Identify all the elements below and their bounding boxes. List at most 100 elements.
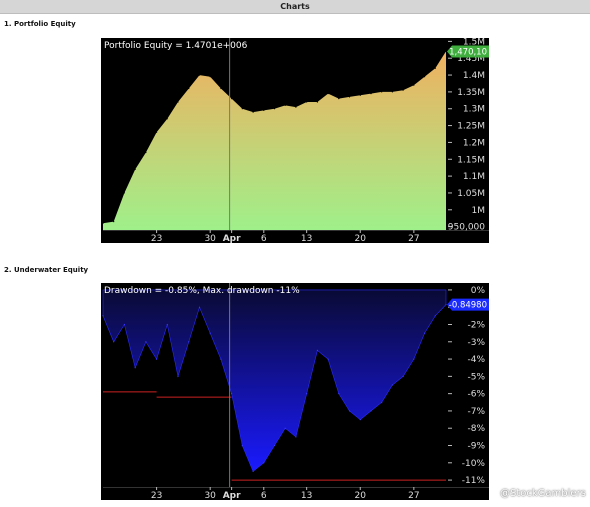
y-tick-label: -6% (467, 390, 485, 400)
data-point (273, 108, 276, 110)
y-tick-label: 0% (471, 286, 486, 296)
data-point (252, 111, 254, 113)
y-tick-label: 1.3M (463, 105, 485, 115)
y-tick-label: 1.4M (463, 71, 485, 81)
data-point (370, 410, 372, 412)
y-tick-label: -5% (467, 372, 485, 382)
data-point (273, 444, 276, 447)
underwater-equity-chart: 2330Apr61320270%-1%-2%-3%-4%-5%-6%-7%-8%… (101, 283, 489, 501)
data-point (166, 118, 168, 120)
data-point (241, 444, 243, 447)
data-point (434, 67, 436, 69)
data-point (413, 84, 415, 86)
data-point (123, 192, 125, 194)
x-tick-label: 20 (355, 234, 367, 243)
data-point (338, 98, 340, 100)
y-tick-label: 1.35M (457, 88, 485, 98)
data-point (145, 341, 147, 343)
data-point (434, 315, 436, 317)
y-tick-label: 1.05M (457, 189, 485, 199)
data-point (295, 436, 297, 438)
data-point (113, 341, 115, 343)
data-point (445, 50, 447, 52)
data-point (134, 168, 136, 170)
y-tick-label: 1M (472, 206, 486, 216)
y-tick-label: -9% (467, 442, 485, 452)
data-point (188, 341, 190, 343)
series-area (103, 51, 446, 231)
y-tick-label: 950,000 (448, 223, 485, 233)
x-tick-label: 23 (151, 491, 162, 500)
data-point (134, 367, 136, 369)
y-tick-label: 1.25M (457, 122, 485, 132)
data-point (327, 93, 329, 95)
y-tick-label: -8% (467, 424, 485, 434)
data-point (263, 109, 265, 111)
data-point (113, 221, 115, 223)
y-tick-label: -7% (467, 407, 485, 417)
data-point (220, 358, 222, 360)
data-point (241, 108, 243, 110)
data-point (391, 91, 393, 93)
data-point (102, 315, 104, 317)
x-tick-label: Apr (223, 491, 241, 500)
data-point (284, 104, 286, 106)
data-point (284, 427, 286, 429)
data-point (316, 349, 318, 351)
data-point (327, 358, 329, 360)
data-point (145, 151, 147, 154)
data-point (348, 410, 351, 412)
data-point (263, 462, 265, 464)
data-point (348, 96, 351, 98)
watermark: @StockGamblers (500, 488, 586, 499)
data-point (177, 375, 179, 377)
chart-title: Drawdown = -0.85%, Max. drawdown -11% (104, 286, 300, 296)
data-point (391, 384, 393, 386)
data-point (102, 222, 104, 224)
x-tick-label: Apr (223, 234, 241, 243)
series-area (102, 289, 447, 472)
x-tick-label: 27 (408, 234, 419, 243)
data-point (231, 393, 233, 395)
data-point (177, 101, 179, 103)
data-point (156, 358, 158, 360)
data-point (370, 93, 372, 95)
section-label-portfolio-equity: 1. Portfolio Equity (4, 20, 76, 28)
data-point (359, 419, 361, 421)
portfolio-equity-svg: 23 30 Apr 6 13 20 27 950,000 1M 1.05M 1.1M 1.15M 1.2… (102, 37, 489, 244)
y-tick-label: -2% (467, 320, 485, 330)
data-point (424, 76, 426, 78)
data-point (220, 87, 222, 90)
x-tick-label: 6 (261, 491, 267, 500)
underwater-equity-svg: 2330Apr61320270%-1%-2%-3%-4%-5%-6%-7%-8%… (102, 283, 489, 501)
data-point (198, 74, 201, 76)
x-tick-label: 13 (301, 234, 312, 243)
data-point (381, 91, 383, 93)
data-point (306, 393, 308, 395)
data-point (445, 304, 447, 306)
data-point (359, 94, 361, 96)
y-tick-label: 1.15M (457, 155, 485, 165)
data-point (381, 401, 383, 403)
data-point (252, 470, 254, 472)
data-point (209, 332, 211, 334)
x-tick-label: 30 (204, 491, 216, 500)
data-point (231, 98, 233, 100)
portfolio-equity-chart: 23 30 Apr 6 13 20 27 950,000 1M 1.05M 1.1M 1.15M 1.2… (101, 37, 489, 244)
y-tick-label: 1.2M (463, 138, 485, 148)
data-point (188, 87, 190, 90)
data-point (295, 106, 297, 108)
data-point (156, 131, 158, 133)
chart-title: Portfolio Equity = 1.4701e+006 (104, 41, 248, 51)
y-tick-label: -3% (467, 338, 485, 348)
x-tick-label: 13 (301, 491, 312, 500)
x-tick-label: 27 (408, 491, 419, 500)
data-point (123, 323, 125, 326)
x-tick-label: 23 (151, 234, 162, 243)
data-point (306, 101, 308, 103)
data-point (209, 76, 211, 78)
x-tick-label: 30 (204, 234, 216, 243)
data-point (316, 101, 318, 103)
data-point (413, 358, 415, 360)
data-point (424, 332, 426, 334)
